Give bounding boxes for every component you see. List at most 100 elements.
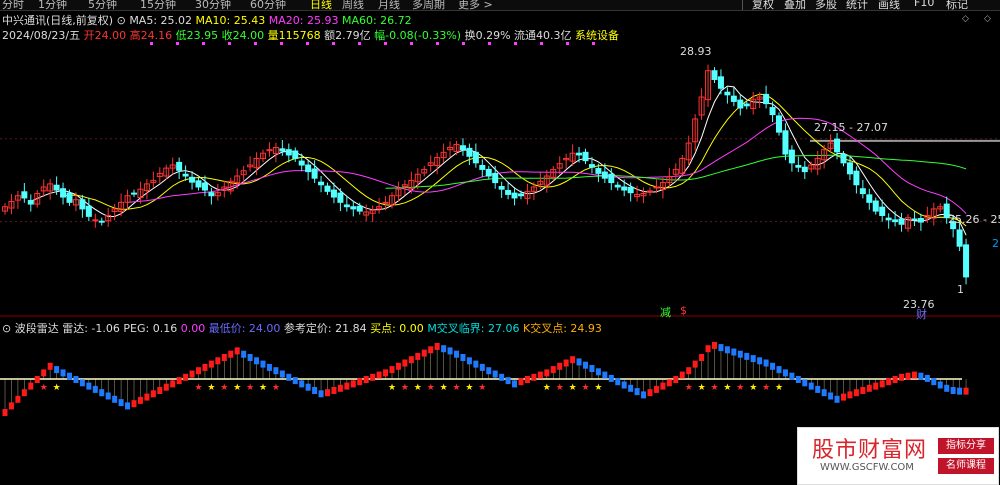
indicator-bar [2, 409, 8, 416]
indicator-bar [28, 382, 34, 390]
indicator-bar [595, 368, 601, 376]
quote-low: 低23.95 [175, 29, 219, 42]
candle-body [182, 173, 189, 177]
indicator-star: ★ [220, 383, 228, 393]
indicator-bar [950, 387, 956, 394]
candle-body [737, 99, 744, 109]
indicator-bar [454, 350, 459, 358]
multi-stock-button[interactable]: 多股 [815, 0, 837, 10]
diamond-icon[interactable]: ◇ [984, 14, 991, 24]
indicator-bar [292, 377, 298, 385]
indicator-star: ★ [762, 383, 770, 393]
indicator-bar [924, 374, 930, 382]
indicator-bar [60, 369, 66, 377]
candle-body [892, 219, 899, 223]
settings-icon[interactable]: ⊙ [117, 14, 126, 27]
indicator-bar [305, 383, 311, 391]
indicator-bar [189, 370, 195, 378]
tab-1min[interactable]: 1分钟 [38, 0, 67, 10]
tab-multi-period[interactable]: 多周期 [412, 0, 445, 10]
indicator-bar [750, 355, 756, 363]
overlay-button[interactable]: 叠加 [784, 0, 806, 10]
indicator-bar [724, 346, 730, 354]
tab-15min[interactable]: 15分钟 [140, 0, 176, 10]
indicator-bar [963, 387, 969, 395]
adjust-button[interactable]: 复权 [752, 0, 774, 10]
indicator-bar [99, 389, 105, 397]
ma-header-row: 中兴通讯(日线,前复权) ⊙ MA5: 25.02 MA10: 25.43 MA… [2, 12, 412, 28]
indicator-bar [325, 389, 330, 397]
ma10-value: MA10: 25.43 [195, 14, 266, 27]
kline-chart[interactable]: ★ ★ ★ ★ ★ ★ ★ ★ ★ ★ ★ ★ ★ ★ ★ ★ ★ ★ ★ ★ ★ ★ ★ ★ ★ ★ ★ ★ ★ ★ [0, 0, 1000, 485]
tab-daily[interactable]: 日线 [310, 0, 332, 10]
indicator-bar [170, 380, 176, 388]
indicator-bar [473, 360, 479, 368]
candle-body [627, 186, 634, 194]
indicator-bar [641, 391, 647, 399]
indicator-bar [73, 376, 79, 383]
diamond-icon[interactable]: ◇ [962, 14, 969, 24]
tab-5min[interactable]: 5分钟 [88, 0, 117, 10]
indicator-bar [634, 388, 640, 396]
indicator-bar [15, 395, 21, 403]
watermark-logo: 股市财富网 WWW.GSCFW.COM 指标分享 名师课程 [797, 427, 999, 485]
indicator-bar [254, 357, 260, 365]
event-label-finance[interactable]: 财 [916, 306, 927, 322]
indicator-bar [247, 354, 253, 361]
tab-weekly[interactable]: 周线 [342, 0, 364, 10]
indicator-star: ★ [40, 383, 48, 393]
candle-body [382, 201, 389, 204]
indicator-bar [408, 356, 414, 364]
candle-body [859, 188, 866, 195]
indicator-bar [86, 382, 92, 390]
indicator-bar [21, 389, 27, 397]
quote-change: 幅-0.08(-0.33%) [374, 29, 462, 42]
badge-indicator-share[interactable]: 指标分享 [938, 438, 994, 454]
tab-30min[interactable]: 30分钟 [195, 0, 231, 10]
indicator-bar [518, 378, 524, 386]
indicator-star: ★ [440, 383, 448, 393]
indicator-bar [350, 380, 356, 388]
indicator-bar [899, 373, 905, 381]
tab-monthly[interactable]: 月线 [378, 0, 400, 10]
indicator-bar [150, 390, 156, 398]
min-price-value: 最低价: 24.00 [208, 322, 281, 335]
indicator-star: ★ [594, 383, 602, 393]
indicator-bar [563, 359, 569, 367]
indicator-name[interactable]: 波段雷达 [15, 322, 59, 335]
indicator-bar [383, 369, 389, 377]
indicator-star: ★ [556, 383, 564, 393]
indicator-bar [557, 362, 563, 370]
settings-icon[interactable]: ⊙ [2, 322, 11, 335]
tab-more[interactable]: 更多 > [458, 0, 493, 10]
tab-fenshi[interactable]: 分时 [2, 0, 24, 10]
event-label-reduce[interactable]: 减 [660, 304, 671, 320]
candle-body [866, 194, 873, 203]
indicator-star: ★ [401, 383, 409, 393]
candle-body [343, 204, 350, 208]
indicator-bar [279, 370, 285, 378]
indicator-bar [763, 359, 769, 367]
stats-button[interactable]: 统计 [846, 0, 868, 10]
candle-body [769, 107, 776, 116]
indicator-bar [131, 400, 137, 408]
candle-body [621, 186, 628, 191]
badge-master-course[interactable]: 名师课程 [938, 458, 994, 474]
quote-turnover: 换0.29% [464, 29, 511, 42]
indicator-bar [389, 366, 395, 374]
indicator-star: ★ [414, 383, 422, 393]
indicator-bar [712, 341, 717, 349]
tab-60min[interactable]: 60分钟 [250, 0, 286, 10]
indicator-bar [92, 385, 98, 393]
event-label-dividend[interactable]: $ [680, 304, 687, 317]
f10-button[interactable]: F10 [914, 0, 934, 9]
indicator-star: ★ [246, 383, 254, 393]
indicator-star: ★ [582, 383, 590, 393]
indicator-bar [834, 395, 840, 403]
candle-body [21, 191, 28, 199]
indicator-bar [215, 357, 221, 365]
draw-button[interactable]: 画线 [878, 0, 900, 10]
mark-button[interactable]: 标记 [946, 0, 968, 10]
indicator-bar [176, 377, 182, 385]
indicator-star: ★ [453, 383, 461, 393]
